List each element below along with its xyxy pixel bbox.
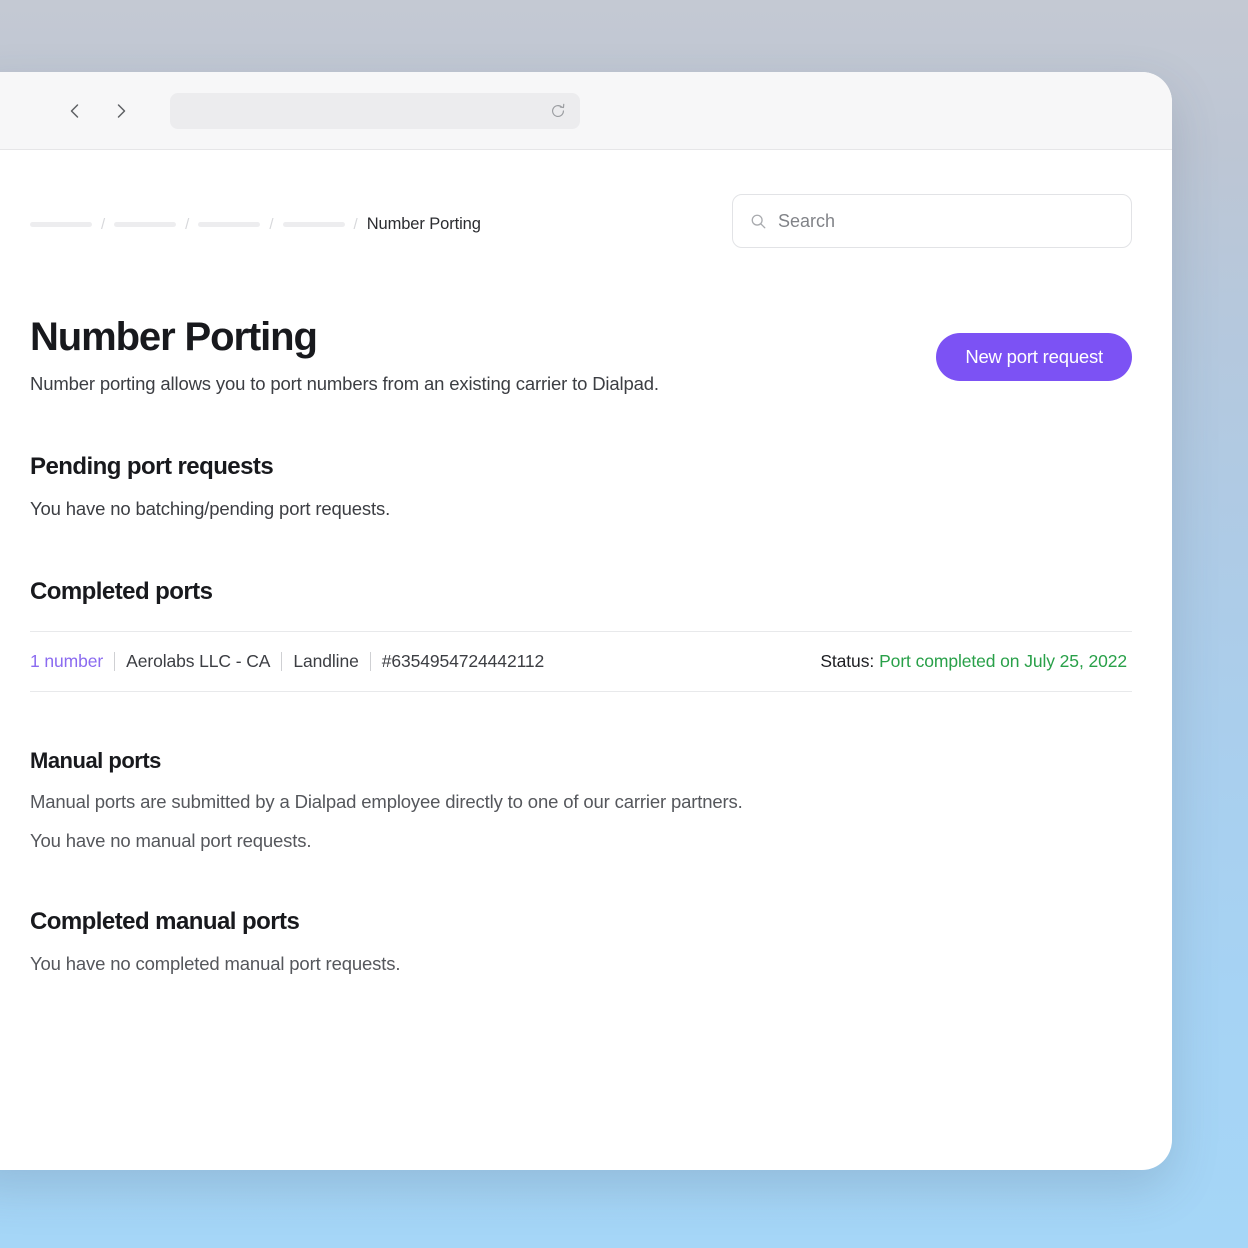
status-badge: Status: Port completed on July 25, 2022 [820,651,1127,672]
reload-icon[interactable] [548,101,568,121]
chevron-left-icon [65,101,85,121]
port-number-link[interactable]: 1 number [30,651,103,672]
table-row[interactable]: 1 number Aerolabs LLC - CA Landline #635… [30,631,1132,693]
completed-ports-list: 1 number Aerolabs LLC - CA Landline #635… [30,631,1132,693]
browser-window: / / / / Number Porting Search Number Por… [0,72,1172,1170]
forward-button[interactable] [102,92,140,130]
search-icon [750,213,767,230]
page-header-text: Number Porting Number porting allows you… [30,315,659,395]
page-subtitle: Number porting allows you to port number… [30,373,659,395]
section-completed-ports: Completed ports 1 number Aerolabs LLC - … [30,578,1132,693]
breadcrumb-current: Number Porting [366,214,481,233]
breadcrumb-placeholder[interactable] [30,221,92,227]
page-top-row: / / / / Number Porting [30,150,1132,248]
divider [281,652,283,672]
search-box[interactable] [732,194,1132,248]
divider [114,652,116,672]
page-header: Number Porting Number porting allows you… [30,315,1132,395]
breadcrumb-placeholder[interactable] [198,221,261,227]
section-title-manual: Manual ports [30,748,161,774]
breadcrumb-placeholder[interactable] [114,221,177,227]
port-row-meta: 1 number Aerolabs LLC - CA Landline #635… [30,651,544,672]
manual-description: Manual ports are submitted by a Dialpad … [30,791,743,813]
breadcrumb-separator: / [353,215,358,233]
manual-empty-text: You have no manual port requests. [30,830,312,852]
port-line-type: Landline [293,651,359,672]
status-label: Status: [820,651,875,672]
pending-empty-text: You have no batching/pending port reques… [30,498,391,520]
browser-toolbar [0,72,1172,150]
section-pending-port-requests: Pending port requests You have no batchi… [30,453,1132,520]
completed-manual-empty-text: You have no completed manual port reques… [30,953,401,975]
section-completed-manual-ports: Completed manual ports You have no compl… [30,908,1132,975]
breadcrumb-separator: / [101,215,106,233]
port-carrier: Aerolabs LLC - CA [126,651,271,672]
chevron-right-icon [111,101,131,121]
section-title-completed: Completed ports [30,578,213,606]
status-value: Port completed on July 25, 2022 [879,651,1127,672]
page-content: / / / / Number Porting Search Number Por… [0,150,1172,1169]
search-input[interactable] [778,210,1114,232]
page-title: Number Porting [30,315,318,359]
port-id: #6354954724442112 [381,651,545,672]
back-button[interactable] [56,92,94,130]
section-title-completed-manual: Completed manual ports [30,908,300,936]
breadcrumb: / / / / Number Porting [30,212,481,236]
divider [369,652,371,672]
breadcrumb-separator: / [185,215,190,233]
section-manual-ports: Manual ports Manual ports are submitted … [30,748,1132,852]
address-bar[interactable] [170,92,580,129]
section-title-pending: Pending port requests [30,453,274,481]
new-port-request-button[interactable]: New port request [936,333,1132,381]
breadcrumb-separator: / [269,215,274,233]
breadcrumb-placeholder[interactable] [282,221,345,227]
